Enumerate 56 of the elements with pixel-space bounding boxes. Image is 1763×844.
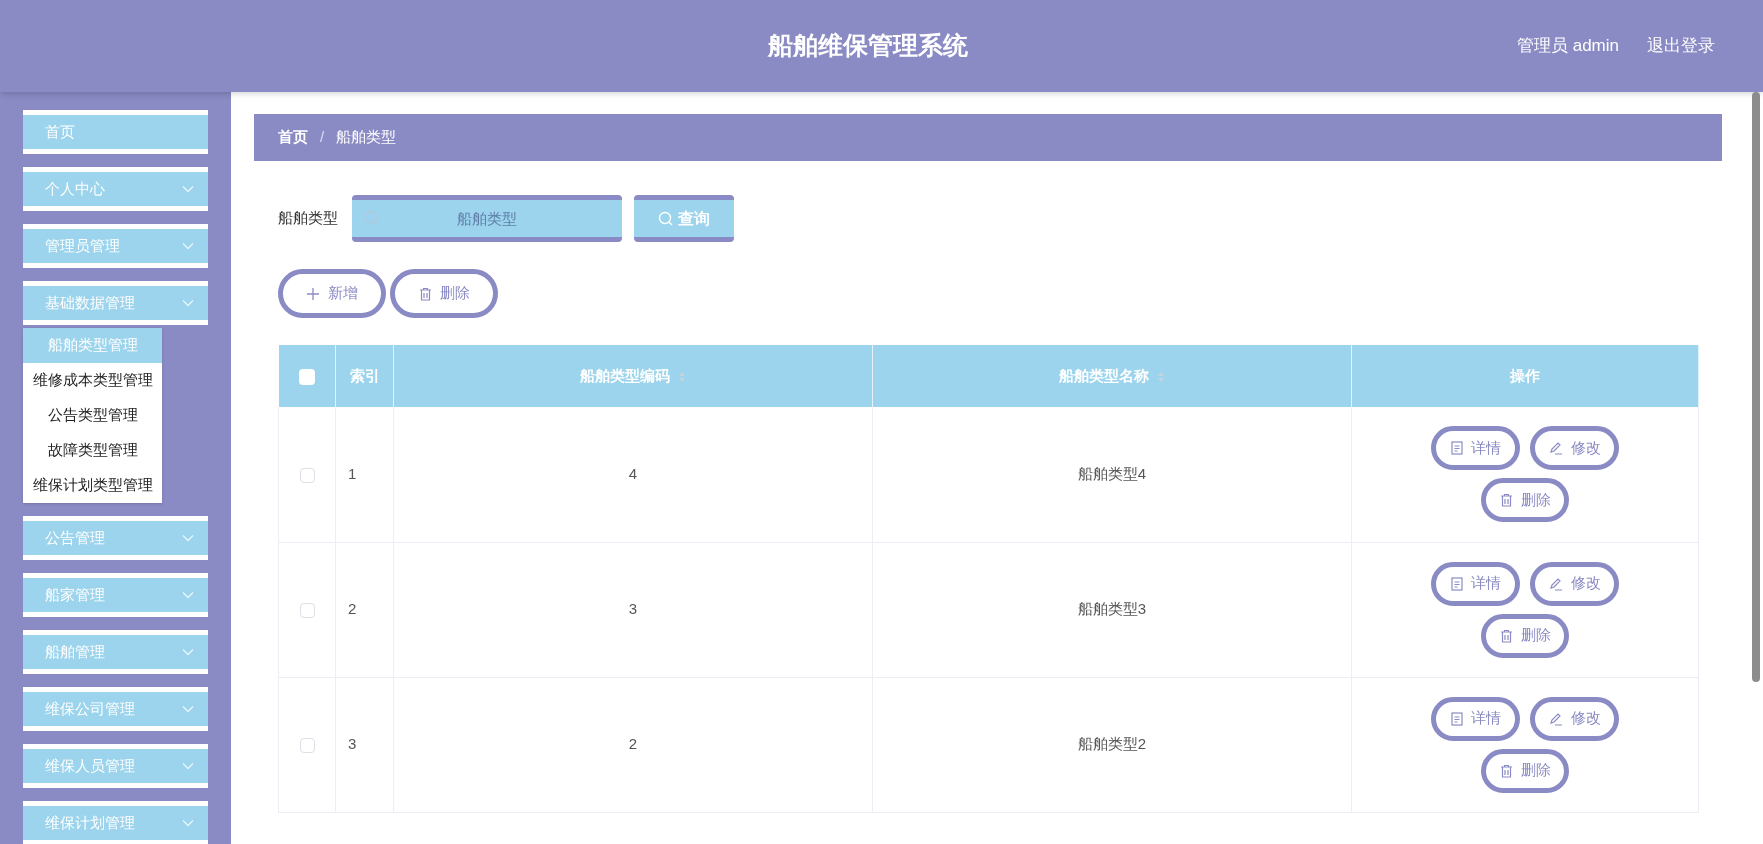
select-all-checkbox[interactable]: [298, 368, 315, 385]
column-header: 操作: [1510, 366, 1540, 384]
edit-button[interactable]: 修改: [1530, 561, 1619, 606]
app-title: 船舶维保管理系统: [768, 30, 969, 62]
trash-icon: [1499, 493, 1513, 508]
sort-icon: [1157, 370, 1165, 383]
table-cell: 4: [628, 465, 638, 482]
breadcrumb-item: 船舶类型: [336, 127, 397, 148]
trash-icon: [1499, 763, 1513, 778]
edit-button[interactable]: 修改: [1530, 696, 1619, 741]
details-button[interactable]: 详情: [1431, 696, 1520, 741]
sort-icon: [678, 370, 686, 383]
pencil-icon: [1548, 711, 1563, 726]
edit-button[interactable]: 修改: [1530, 426, 1619, 471]
details-button[interactable]: 详情: [1431, 426, 1520, 471]
search-field[interactable]: 船舶类型: [352, 195, 622, 242]
table-cell: 3: [348, 735, 357, 753]
table-cell: 船舶类型3: [1077, 600, 1147, 618]
row-checkbox[interactable]: [299, 737, 315, 753]
search-icon: [658, 210, 674, 227]
breadcrumb-item[interactable]: 首页: [278, 126, 308, 149]
trash-icon: [1499, 628, 1513, 643]
table-cell: 船舶类型4: [1077, 465, 1147, 482]
table-cell: 2: [628, 735, 638, 753]
search-label: 船舶类型: [278, 208, 338, 229]
scrollbar[interactable]: [1752, 92, 1760, 682]
submenu-item[interactable]: 故障类型管理: [23, 433, 162, 468]
add-button[interactable]: 新增: [278, 269, 386, 318]
breadcrumb-separator: /: [320, 127, 325, 148]
logout-link[interactable]: 退出登录: [1647, 33, 1715, 59]
search-icon: [364, 210, 380, 226]
trash-icon: [418, 286, 432, 301]
column-header: 船舶类型名称: [1059, 366, 1149, 384]
pencil-icon: [1548, 441, 1563, 456]
submenu-item[interactable]: 维修成本类型管理: [23, 363, 162, 398]
document-icon: [1450, 576, 1463, 591]
delete-button[interactable]: 删除: [1481, 748, 1569, 793]
table-cell: 1: [348, 465, 357, 482]
row-checkbox[interactable]: [299, 467, 315, 483]
user-name: 管理员 admin: [1516, 35, 1619, 58]
row-checkbox[interactable]: [299, 602, 315, 618]
document-icon: [1450, 711, 1463, 726]
delete-button[interactable]: 删除: [1481, 613, 1569, 658]
table-cell: 3: [628, 600, 638, 618]
document-icon: [1450, 441, 1463, 456]
delete-button[interactable]: 删除: [390, 269, 498, 318]
column-header: 索引: [349, 366, 380, 384]
column-header: 船舶类型编码: [580, 366, 670, 384]
submenu-item[interactable]: 公告类型管理: [23, 398, 162, 433]
table-cell: 2: [348, 600, 357, 618]
pencil-icon: [1548, 576, 1563, 591]
table-cell: 船舶类型2: [1077, 735, 1147, 753]
delete-button[interactable]: 删除: [1481, 478, 1569, 523]
details-button[interactable]: 详情: [1431, 561, 1520, 606]
submenu-item[interactable]: 维保计划类型管理: [23, 468, 162, 503]
plus-icon: [306, 286, 320, 301]
